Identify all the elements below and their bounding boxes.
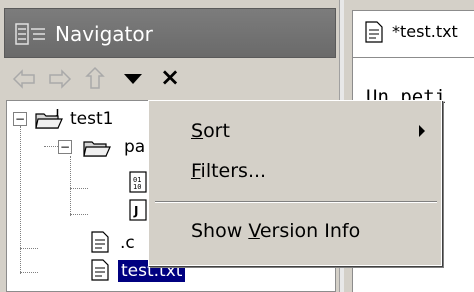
folder-label[interactable]: pa	[124, 136, 145, 158]
svg-text:10: 10	[133, 183, 141, 191]
text-file-icon	[91, 259, 109, 281]
view-menu-icon[interactable]	[122, 72, 144, 86]
up-arrow-icon[interactable]	[84, 66, 106, 90]
menu-item-label: Show Version Info	[191, 220, 361, 242]
java-file-icon: J	[129, 199, 147, 221]
navigator-title-bar[interactable]: Navigator	[4, 8, 336, 58]
tree-line	[70, 214, 88, 215]
tree-line	[70, 188, 88, 189]
project-folder-icon: J	[35, 108, 63, 129]
close-icon[interactable]: ×	[160, 62, 180, 92]
menu-item-label: Filters...	[191, 160, 267, 182]
tree-line	[20, 272, 38, 273]
context-menu: Sort Filters... Show Version Info	[148, 100, 442, 266]
tree-line	[44, 146, 58, 147]
back-arrow-icon[interactable]	[12, 68, 36, 90]
menu-item-show-version-info[interactable]: Show Version Info	[149, 211, 441, 251]
menu-item-filters[interactable]: Filters...	[149, 151, 441, 191]
project-label[interactable]: test1	[70, 108, 113, 130]
project-expander[interactable]: −	[13, 112, 27, 126]
svg-text:J: J	[55, 108, 59, 117]
menu-item-sort[interactable]: Sort	[149, 111, 441, 151]
navigator-icon	[15, 23, 45, 45]
binary-file-icon: 01 10	[129, 171, 147, 193]
folder-expander[interactable]: −	[58, 140, 72, 154]
text-file-icon	[365, 21, 383, 43]
menu-item-label: Sort	[191, 120, 230, 142]
submenu-arrow-icon	[419, 125, 425, 137]
menu-separator	[155, 201, 437, 203]
tree-line	[20, 248, 38, 249]
navigator-title: Navigator	[55, 22, 153, 46]
tree-line	[20, 126, 21, 274]
tree-line	[70, 156, 71, 216]
file-label[interactable]: .c	[120, 232, 135, 254]
editor-tab-label[interactable]: *test.txt	[392, 22, 458, 42]
svg-text:J: J	[133, 204, 138, 218]
file-icon	[91, 231, 109, 253]
forward-arrow-icon[interactable]	[48, 68, 72, 90]
folder-icon	[83, 141, 111, 157]
